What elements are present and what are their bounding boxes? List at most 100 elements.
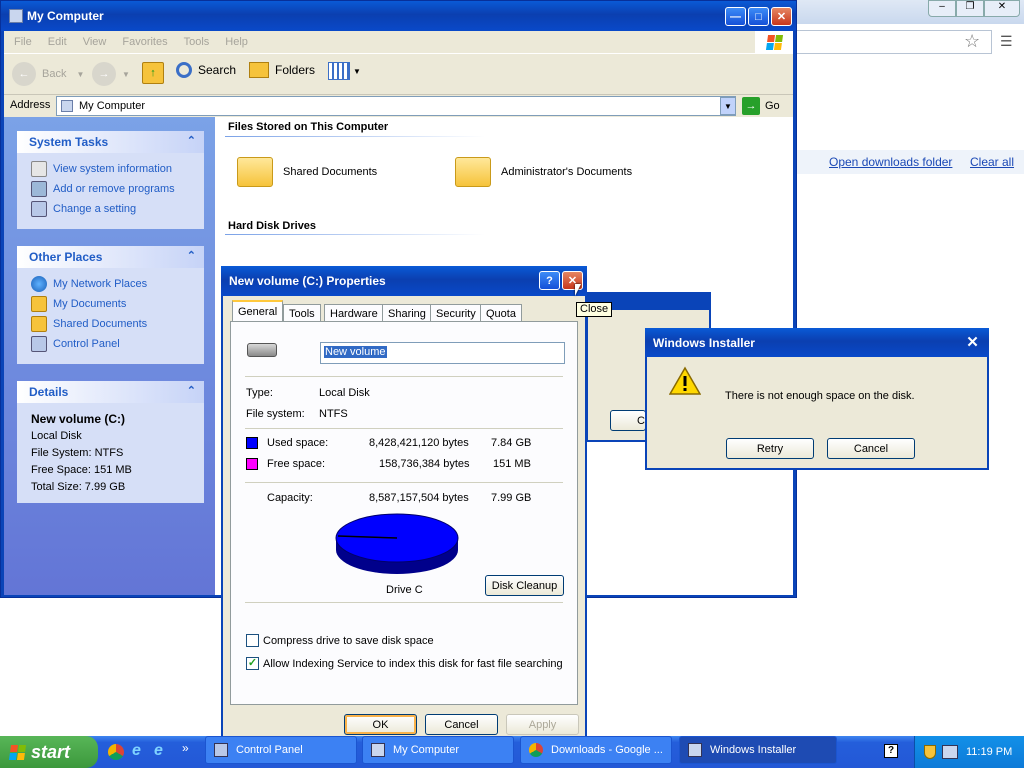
my-documents-link[interactable]: My Documents (17, 294, 204, 314)
menu-file[interactable]: File (14, 36, 32, 48)
folders-icon (249, 62, 269, 78)
cancel-button[interactable]: Cancel (425, 714, 498, 735)
shared-documents-link[interactable]: Shared Documents (17, 314, 204, 334)
other-places-header[interactable]: Other Places ⌃ (17, 246, 204, 268)
back-button[interactable]: ← Back ▼ (12, 62, 84, 86)
section-divider (225, 234, 485, 235)
tab-general[interactable]: General (232, 300, 284, 321)
retry-button[interactable]: Retry (726, 438, 814, 459)
tab-security[interactable]: Security (430, 304, 482, 322)
add-remove-programs-link[interactable]: Add or remove programs (17, 179, 204, 199)
taskbar-my-computer[interactable]: My Computer (362, 736, 514, 764)
change-setting-link[interactable]: Change a setting (17, 199, 204, 219)
go-button[interactable]: → Go (742, 97, 780, 115)
forward-button[interactable]: → ▼ (92, 62, 130, 86)
taskbar-control-panel[interactable]: Control Panel (205, 736, 357, 764)
wrench-icon[interactable]: ☰ (1000, 33, 1013, 50)
installer-cancel-button[interactable]: Cancel (827, 438, 915, 459)
folders-button[interactable]: Folders (249, 62, 315, 78)
details-line: Total Size: 7.99 GB (31, 481, 126, 493)
menu-tools[interactable]: Tools (184, 36, 210, 48)
computer-icon (61, 100, 73, 112)
taskbar-windows-installer[interactable]: Windows Installer (679, 736, 837, 764)
chrome-maximize-button[interactable]: ❐ (956, 0, 984, 17)
used-space-bytes: 8,428,421,120 bytes (369, 437, 469, 449)
compress-checkbox[interactable]: Compress drive to save disk space (246, 634, 434, 647)
address-input[interactable]: My Computer (56, 96, 736, 116)
folder-icon (237, 157, 273, 187)
help-tray-icon[interactable]: ? (884, 744, 898, 758)
star-icon[interactable]: ☆ (964, 31, 980, 52)
chrome-close-button[interactable]: ✕ (984, 0, 1020, 17)
back-arrow-icon: ← (12, 62, 36, 86)
view-system-information-link[interactable]: View system information (17, 159, 204, 179)
help-button[interactable]: ? (539, 271, 560, 290)
tab-sharing[interactable]: Sharing (382, 304, 432, 322)
quicklaunch-chevron-icon[interactable]: » (182, 741, 189, 755)
volume-name-input[interactable]: New volume (320, 342, 565, 364)
add-remove-icon (31, 181, 47, 197)
chrome-omnibox[interactable] (796, 30, 992, 54)
start-button[interactable]: start (0, 736, 98, 768)
system-info-icon (31, 161, 47, 177)
apply-button[interactable]: Apply (506, 714, 579, 735)
close-button[interactable]: ✕ (771, 7, 792, 26)
background-dialog-button[interactable]: C (610, 410, 646, 431)
views-button[interactable]: ▼ (328, 62, 361, 80)
control-panel-link[interactable]: Control Panel (17, 334, 204, 354)
ok-button[interactable]: OK (344, 714, 417, 735)
shared-documents-item[interactable]: Shared Documents (237, 157, 377, 187)
collapse-chevron-icon[interactable]: ⌃ (187, 384, 196, 397)
address-bar: Address My Computer ▼ → Go (4, 95, 793, 117)
control-panel-icon (31, 336, 47, 352)
clear-all-link[interactable]: Clear all (970, 155, 1014, 169)
used-space-size: 7.84 GB (491, 437, 532, 449)
address-dropdown-button[interactable]: ▼ (720, 97, 736, 115)
administrator-documents-item[interactable]: Administrator's Documents (455, 157, 632, 187)
go-arrow-icon: → (742, 97, 760, 115)
chrome-minimize-button[interactable]: – (928, 0, 956, 17)
used-space-label: Used space: (267, 437, 329, 449)
security-shield-icon[interactable] (924, 745, 936, 759)
drive-label: Drive C (386, 584, 423, 596)
menu-edit[interactable]: Edit (48, 36, 67, 48)
menu-view[interactable]: View (83, 36, 107, 48)
installer-close-button[interactable]: ✕ (962, 333, 983, 352)
search-button[interactable]: Search (176, 62, 236, 78)
minimize-button[interactable]: — (725, 7, 746, 26)
section-files-heading: Files Stored on This Computer (228, 121, 389, 133)
tab-quota[interactable]: Quota (480, 304, 522, 322)
separator (245, 428, 563, 429)
quicklaunch-chrome-icon[interactable] (108, 744, 124, 760)
collapse-chevron-icon[interactable]: ⌃ (187, 134, 196, 147)
type-label: Type: (246, 387, 273, 399)
up-folder-button[interactable]: ↑ (142, 62, 164, 84)
quicklaunch-ie-icon[interactable]: e (132, 742, 141, 760)
my-computer-titlebar: My Computer (1, 1, 796, 31)
tab-hardware[interactable]: Hardware (324, 304, 384, 322)
details-line: Free Space: 151 MB (31, 464, 132, 476)
menu-favorites[interactable]: Favorites (122, 36, 167, 48)
disk-cleanup-button[interactable]: Disk Cleanup (485, 575, 564, 596)
menu-help[interactable]: Help (225, 36, 248, 48)
quicklaunch-ie-alt-icon[interactable]: e (154, 742, 163, 760)
details-header[interactable]: Details ⌃ (17, 381, 204, 403)
control-panel-icon (214, 743, 228, 757)
installer-dialog: Windows Installer ✕ There is not enough … (645, 328, 989, 470)
network-tray-icon[interactable] (942, 745, 958, 759)
used-space-swatch (246, 437, 258, 449)
free-space-label: Free space: (267, 458, 326, 470)
documents-folder-icon (31, 296, 47, 312)
system-tasks-header[interactable]: System Tasks ⌃ (17, 131, 204, 153)
chrome-icon (529, 743, 543, 757)
open-downloads-folder-link[interactable]: Open downloads folder (829, 155, 952, 169)
my-network-places-link[interactable]: My Network Places (17, 274, 204, 294)
details-name: New volume (C:) (31, 412, 126, 426)
maximize-button[interactable]: □ (748, 7, 769, 26)
filesystem-value: NTFS (319, 408, 348, 420)
separator (245, 482, 563, 483)
tab-tools[interactable]: Tools (283, 304, 321, 322)
collapse-chevron-icon[interactable]: ⌃ (187, 249, 196, 262)
indexing-checkbox[interactable]: ✓ Allow Indexing Service to index this d… (246, 657, 563, 670)
taskbar-downloads-chrome[interactable]: Downloads - Google ... (520, 736, 672, 764)
